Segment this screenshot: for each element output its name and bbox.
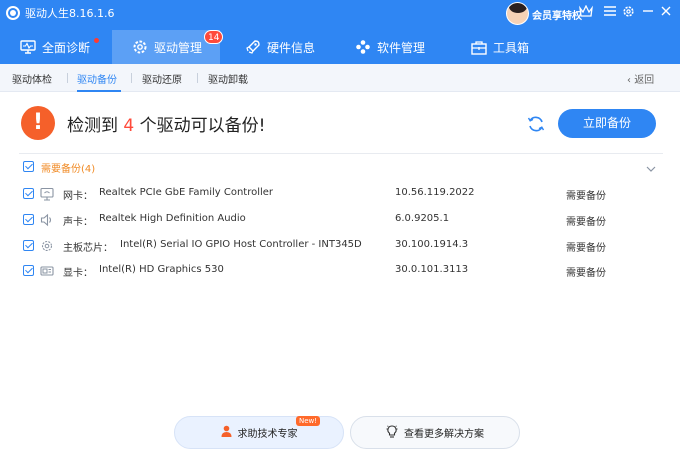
- driver-version: 30.100.1914.3: [395, 239, 469, 250]
- top-header: 驱动人生8.16.1.6 会员享特权 全面诊断 驱动管理 14 硬件信息 软件管…: [0, 0, 680, 64]
- driver-row[interactable]: 网卡： Realtek PCIe GbE Family Controller 1…: [19, 181, 663, 207]
- new-badge: New!: [296, 416, 321, 426]
- separator: [131, 73, 132, 83]
- chevron-down-icon[interactable]: [646, 158, 656, 172]
- driver-category: 显卡：: [63, 268, 93, 279]
- back-label: 返回: [634, 75, 655, 86]
- summary-text: 检测到 4 个驱动可以备份!: [67, 111, 265, 136]
- more-solutions-button[interactable]: 查看更多解决方案: [350, 416, 520, 449]
- tab-label: 软件管理: [377, 40, 426, 55]
- update-count-badge: 14: [204, 30, 224, 44]
- tab-hardware-info[interactable]: 硬件信息: [245, 30, 325, 64]
- driver-version: 10.56.119.2022: [395, 187, 475, 198]
- tab-toolbox[interactable]: 工具箱: [471, 30, 541, 64]
- driver-category: 主板芯片：: [63, 243, 113, 254]
- driver-row[interactable]: 显卡： Intel(R) HD Graphics 530 30.0.101.31…: [19, 258, 663, 284]
- divider: [19, 153, 663, 154]
- driver-checkbox[interactable]: [23, 214, 34, 225]
- tab-driver-backup[interactable]: 驱动备份: [77, 71, 117, 86]
- app-logo-icon: [6, 6, 20, 20]
- tab-driver-checkup[interactable]: 驱动体检: [12, 71, 52, 86]
- gear-icon[interactable]: [622, 5, 635, 22]
- group-checkbox[interactable]: [23, 161, 34, 172]
- driver-row[interactable]: 声卡： Realtek High Definition Audio 6.0.92…: [19, 207, 663, 233]
- notification-dot: [94, 38, 99, 43]
- chipset-icon: [40, 238, 54, 252]
- avatar[interactable]: [506, 2, 529, 25]
- monitor-icon: [20, 39, 36, 55]
- tab-label: 硬件信息: [267, 40, 316, 55]
- backup-now-button[interactable]: 立即备份: [558, 109, 656, 138]
- person-icon: [221, 425, 232, 440]
- vip-crown-icon[interactable]: [579, 4, 593, 21]
- tab-label: 全面诊断: [42, 40, 91, 55]
- driver-status: 需要备份: [566, 217, 606, 228]
- title-bar: 驱动人生8.16.1.6 会员享特权: [0, 0, 680, 26]
- driver-checkbox[interactable]: [23, 265, 34, 276]
- separator: [67, 73, 68, 83]
- tab-driver-uninstall[interactable]: 驱动卸载: [208, 71, 248, 86]
- speaker-icon: [40, 212, 54, 227]
- driver-checkbox[interactable]: [23, 188, 34, 199]
- display-card-icon: [40, 263, 54, 277]
- driver-name: Intel(R) Serial IO GPIO Host Controller …: [120, 239, 362, 250]
- driver-version: 6.0.9205.1: [395, 213, 450, 224]
- back-link[interactable]: ‹ 返回: [627, 71, 654, 86]
- refresh-icon[interactable]: [526, 114, 546, 134]
- driver-category: 网卡：: [63, 191, 93, 202]
- driver-checkbox[interactable]: [23, 240, 34, 251]
- more-solutions-label: 查看更多解决方案: [404, 429, 484, 440]
- driver-name: Realtek PCIe GbE Family Controller: [99, 187, 274, 198]
- driver-count: 4: [123, 116, 135, 136]
- warning-icon: !: [21, 106, 55, 140]
- network-card-icon: [40, 186, 54, 201]
- apps-icon: [355, 39, 371, 55]
- tab-label: 驱动管理: [154, 40, 203, 55]
- app-title: 驱动人生8.16.1.6: [25, 7, 115, 20]
- driver-status: 需要备份: [566, 191, 606, 202]
- tab-full-diagnosis[interactable]: 全面诊断: [20, 30, 104, 64]
- lightbulb-icon: [386, 424, 398, 441]
- summary-prefix: 检测到: [67, 116, 124, 136]
- driver-name: Realtek High Definition Audio: [99, 213, 246, 224]
- menu-icon[interactable]: [603, 5, 617, 21]
- driver-row[interactable]: 主板芯片： Intel(R) Serial IO GPIO Host Contr…: [19, 233, 663, 259]
- minimize-icon[interactable]: [642, 5, 654, 21]
- tab-driver-restore[interactable]: 驱动还原: [142, 71, 182, 86]
- tab-label: 工具箱: [493, 40, 530, 55]
- driver-version: 30.0.101.3113: [395, 264, 469, 275]
- ask-expert-label: 求助技术专家: [237, 429, 298, 440]
- gear-icon: [132, 39, 148, 55]
- active-tab-indicator: [77, 90, 121, 92]
- summary-suffix: 个驱动可以备份!: [134, 116, 266, 136]
- driver-status: 需要备份: [566, 268, 606, 279]
- driver-name: Intel(R) HD Graphics 530: [99, 264, 224, 275]
- toolbox-icon: [471, 39, 487, 55]
- vip-label[interactable]: 会员享特权: [532, 7, 582, 22]
- driver-status: 需要备份: [566, 243, 606, 254]
- close-icon[interactable]: [660, 5, 672, 21]
- rocket-icon: [245, 39, 261, 55]
- driver-category: 声卡：: [63, 217, 93, 228]
- tab-software-management[interactable]: 软件管理: [355, 30, 435, 64]
- separator: [197, 73, 198, 83]
- sub-tab-bar: 驱动体检 驱动备份 驱动还原 驱动卸载 ‹ 返回: [0, 64, 680, 92]
- group-label: 需要备份(4): [41, 164, 96, 175]
